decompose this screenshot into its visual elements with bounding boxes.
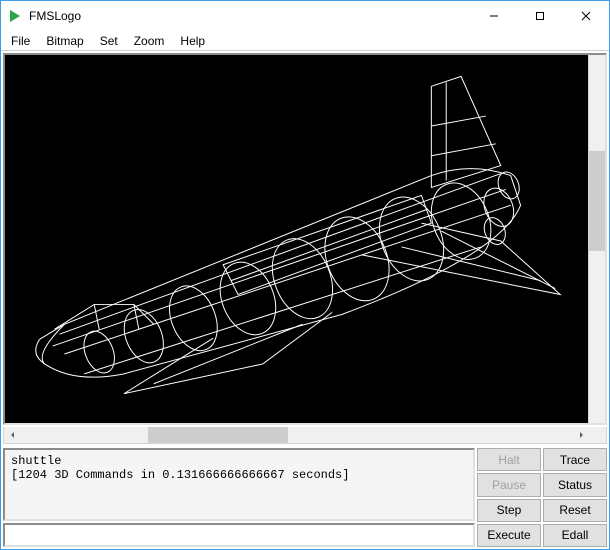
status-button[interactable]: Status	[543, 473, 607, 496]
hscroll-left-button[interactable]	[4, 427, 21, 443]
menubar: File Bitmap Set Zoom Help	[1, 31, 609, 51]
pause-button[interactable]: Pause	[477, 473, 541, 496]
button-grid: Halt Trace Pause Status Step Reset Execu…	[477, 448, 607, 547]
canvas-area	[3, 53, 607, 425]
canvas[interactable]	[5, 55, 588, 423]
play-icon	[7, 8, 23, 24]
reset-button[interactable]: Reset	[543, 499, 607, 522]
menu-help[interactable]: Help	[172, 33, 213, 49]
close-button[interactable]	[563, 1, 609, 31]
hscroll-right-button[interactable]	[572, 427, 589, 443]
scrollbar-corner	[589, 427, 606, 443]
maximize-button[interactable]	[517, 1, 563, 31]
log-line: [1204 3D Commands in 0.131666666666667 s…	[11, 468, 349, 482]
step-button[interactable]: Step	[477, 499, 541, 522]
window-controls	[471, 1, 609, 31]
hscroll-track[interactable]	[38, 427, 555, 443]
vertical-scrollbar[interactable]	[588, 55, 605, 423]
app-title: FMSLogo	[29, 9, 471, 23]
halt-button[interactable]: Halt	[477, 448, 541, 471]
trace-button[interactable]: Trace	[543, 448, 607, 471]
horizontal-scrollbar[interactable]	[3, 427, 607, 444]
menu-file[interactable]: File	[3, 33, 38, 49]
menu-set[interactable]: Set	[92, 33, 126, 49]
output-log[interactable]: shuttle [1204 3D Commands in 0.131666666…	[3, 448, 475, 521]
command-input[interactable]	[3, 523, 475, 547]
io-area: shuttle [1204 3D Commands in 0.131666666…	[3, 448, 607, 547]
menu-bitmap[interactable]: Bitmap	[38, 33, 91, 49]
minimize-button[interactable]	[471, 1, 517, 31]
log-line: shuttle	[11, 454, 61, 468]
vscroll-thumb[interactable]	[589, 151, 605, 251]
titlebar[interactable]: FMSLogo	[1, 1, 609, 31]
log-column: shuttle [1204 3D Commands in 0.131666666…	[3, 448, 475, 547]
hscroll-thumb[interactable]	[148, 427, 288, 443]
menu-zoom[interactable]: Zoom	[126, 33, 173, 49]
vscroll-track[interactable]	[589, 55, 605, 423]
edall-button[interactable]: Edall	[543, 524, 607, 547]
wireframe-shuttle	[5, 55, 588, 423]
app-window: FMSLogo File Bitmap Set Zoom Help	[0, 0, 610, 550]
execute-button[interactable]: Execute	[477, 524, 541, 547]
